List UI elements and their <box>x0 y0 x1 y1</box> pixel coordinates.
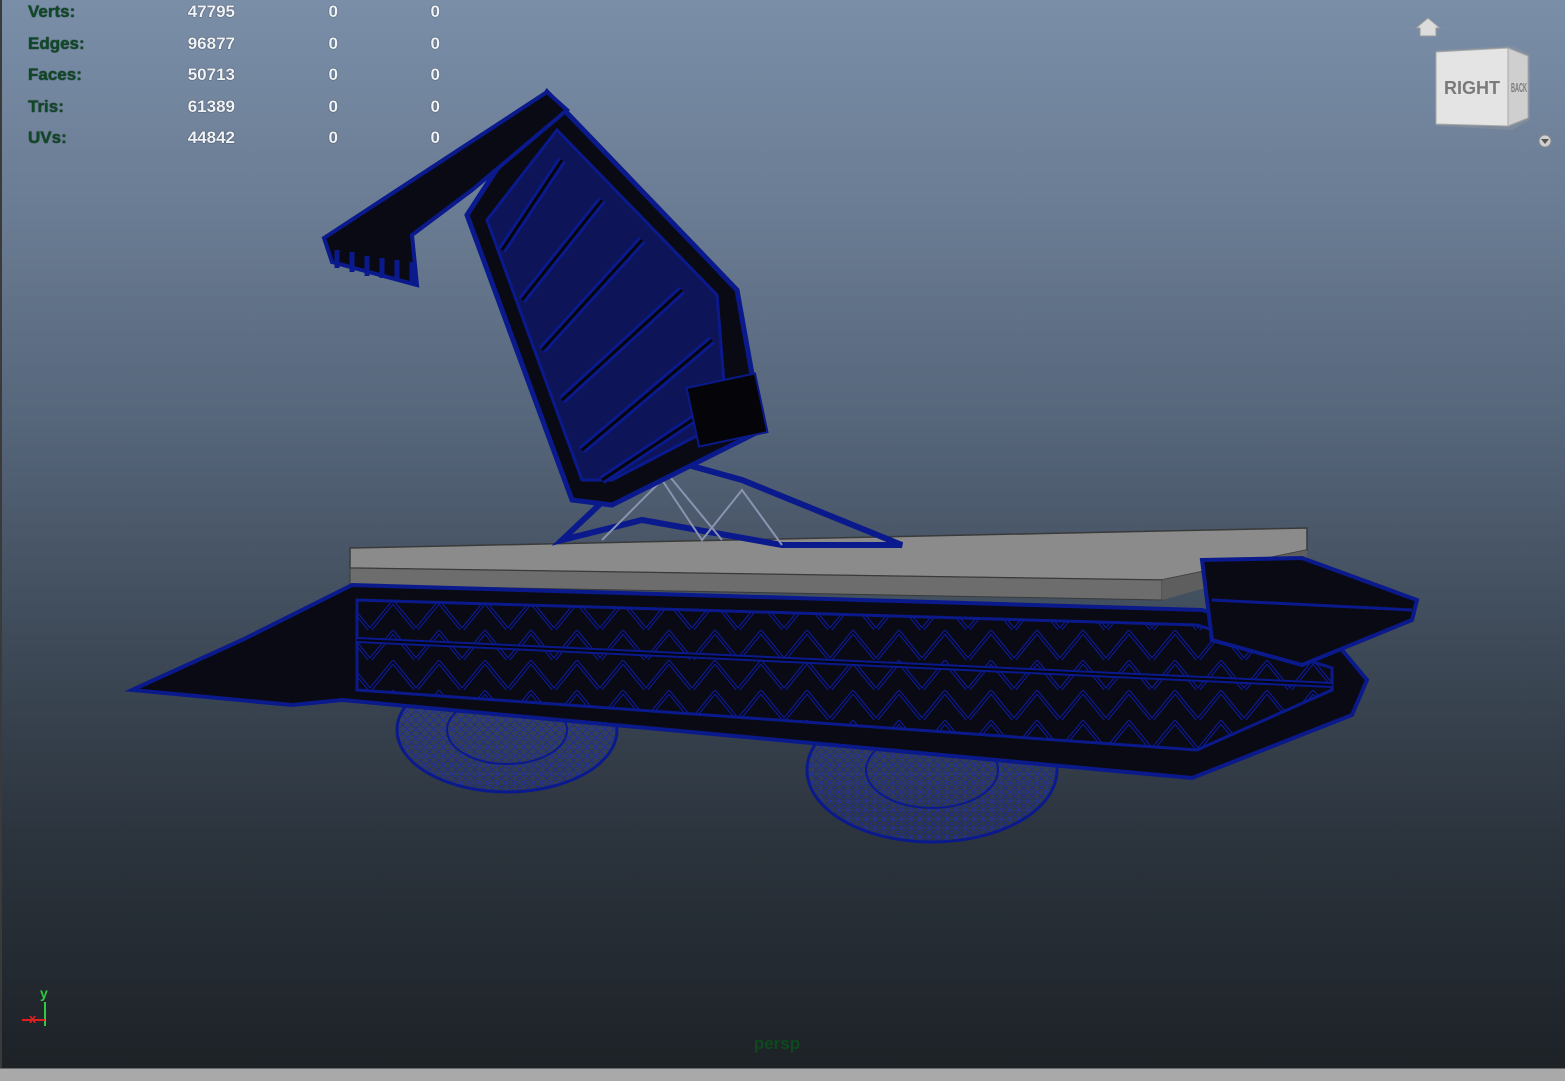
stat-value: 50713 <box>187 65 235 84</box>
stat-value: 0 <box>430 96 440 116</box>
stat-value: 0 <box>430 128 440 147</box>
stat-label: Verts: <box>28 2 76 21</box>
viewcube-face-right[interactable]: RIGHT <box>1444 78 1500 98</box>
stat-value: 0 <box>328 128 338 147</box>
stat-label: Tris: <box>28 96 64 116</box>
stat-label: Edges: <box>28 33 85 53</box>
home-icon[interactable] <box>1414 17 1442 37</box>
stat-value: 47795 <box>187 2 235 21</box>
axis-x-label: x <box>29 1011 37 1026</box>
3d-viewport[interactable]: Verts: 47795 0 0 Edges: 96877 0 0 Faces:… <box>0 0 1565 1068</box>
view-cube[interactable]: RIGHT BACK <box>1412 8 1562 148</box>
stat-value: 0 <box>328 96 338 116</box>
stat-label: Faces: <box>28 65 82 84</box>
viewcube-face-back[interactable]: BACK <box>1511 80 1527 95</box>
stat-value: 61389 <box>187 96 235 116</box>
stat-value: 96877 <box>187 33 235 53</box>
stat-value: 0 <box>328 2 338 21</box>
camera-label: persp <box>753 1034 801 1053</box>
axis-gizmo: y x <box>22 985 48 1026</box>
stat-value: 0 <box>328 33 338 53</box>
stat-value: 44842 <box>187 128 235 147</box>
axis-y-label: y <box>40 985 48 1001</box>
chevron-down-icon[interactable] <box>1538 134 1552 148</box>
stat-value: 0 <box>328 65 338 84</box>
wireframe-model[interactable] <box>2 0 1565 1068</box>
stat-value: 0 <box>430 2 440 21</box>
timeline-ruler[interactable] <box>0 1068 1565 1081</box>
stat-value: 0 <box>430 65 440 84</box>
stat-label: UVs: <box>28 128 67 147</box>
stat-value: 0 <box>430 33 440 53</box>
